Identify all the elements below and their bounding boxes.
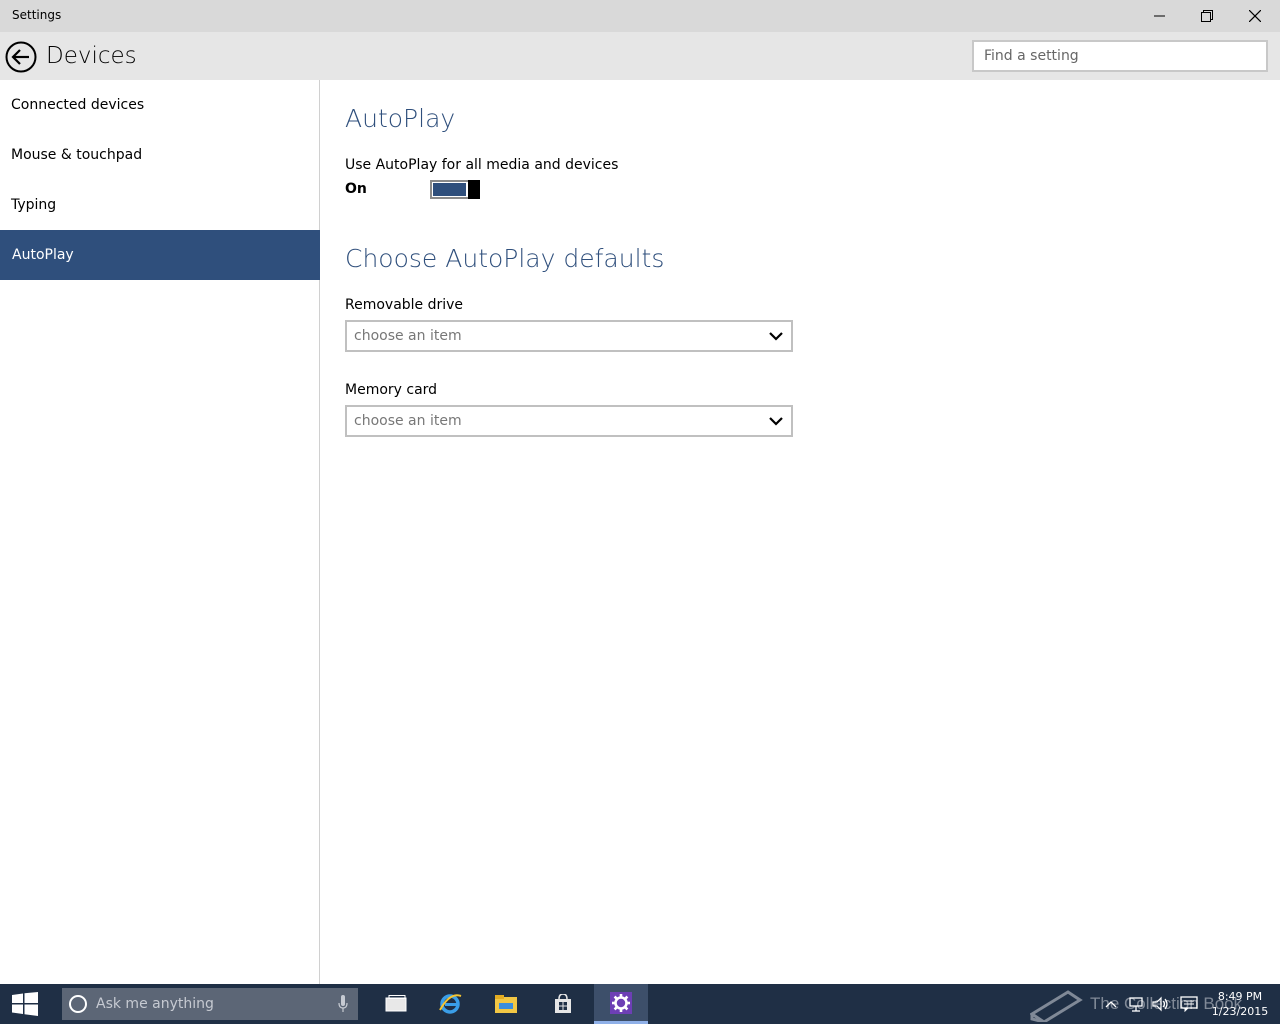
sidebar-item-label: Connected devices: [11, 97, 145, 113]
sidebar: Connected devices Mouse & touchpad Typin…: [0, 80, 320, 984]
clock-time: 8:49 PM: [1217, 990, 1263, 1003]
settings-app-button[interactable]: [594, 984, 648, 1024]
toggle-thumb[interactable]: [468, 180, 480, 199]
system-tray: [1104, 984, 1198, 1024]
chevron-down-icon: [769, 417, 783, 426]
store-bag-icon: [555, 994, 571, 1013]
sidebar-item-label: AutoPlay: [12, 247, 74, 263]
memory-card-value: choose an item: [354, 413, 462, 429]
maximize-button[interactable]: [1184, 0, 1230, 32]
minimize-icon: [1154, 15, 1165, 17]
header-bar: Devices: [0, 32, 1280, 80]
sidebar-item-typing[interactable]: Typing: [0, 180, 320, 230]
task-view-icon: [385, 995, 407, 1012]
clock-date: 1/23/2015: [1211, 1005, 1269, 1018]
internet-explorer-button[interactable]: [423, 984, 477, 1024]
minimize-button[interactable]: [1137, 0, 1183, 32]
chevron-down-icon: [769, 332, 783, 341]
back-arrow-icon: [5, 41, 37, 73]
volume-icon[interactable]: [1152, 996, 1170, 1012]
find-setting-search[interactable]: [972, 40, 1268, 72]
main-content: AutoPlay Use AutoPlay for all media and …: [321, 80, 1280, 984]
microphone-icon[interactable]: [338, 995, 348, 1013]
close-button[interactable]: [1232, 0, 1278, 32]
sidebar-item-autoplay[interactable]: AutoPlay: [0, 230, 320, 280]
sidebar-item-label: Typing: [11, 197, 57, 213]
memory-card-label: Memory card: [345, 382, 438, 398]
internet-explorer-icon: [439, 994, 462, 1014]
memory-card-dropdown[interactable]: choose an item: [345, 405, 793, 437]
toggle-fill: [433, 183, 466, 196]
window-title: Settings: [12, 8, 62, 22]
restore-icon: [1201, 10, 1213, 22]
task-view-button[interactable]: [369, 984, 423, 1024]
folder-icon: [495, 995, 517, 1013]
back-button[interactable]: [5, 41, 37, 73]
action-center-icon[interactable]: [1180, 996, 1198, 1012]
store-button[interactable]: [536, 984, 590, 1024]
settings-gear-icon: [610, 991, 632, 1014]
removable-drive-value: choose an item: [354, 328, 462, 344]
autoplay-toggle[interactable]: [430, 180, 480, 199]
taskbar-clock[interactable]: 8:49 PM 1/23/2015: [1205, 989, 1275, 1019]
windows-logo-icon: [12, 992, 38, 1016]
removable-drive-label: Removable drive: [345, 297, 464, 313]
title-bar: Settings: [0, 0, 1280, 32]
start-button[interactable]: [0, 984, 50, 1024]
taskbar: The Collection Book 8:49 PM 1/23/2015: [0, 984, 1280, 1024]
sidebar-item-label: Mouse & touchpad: [11, 147, 143, 163]
close-icon: [1249, 10, 1261, 22]
cortana-icon: [69, 995, 87, 1013]
sidebar-item-mouse-touchpad[interactable]: Mouse & touchpad: [0, 130, 320, 180]
search-input[interactable]: [974, 42, 1266, 70]
sidebar-item-connected-devices[interactable]: Connected devices: [0, 80, 320, 130]
taskbar-search-input[interactable]: [96, 988, 316, 1020]
defaults-section-title: Choose AutoPlay defaults: [345, 244, 665, 273]
autoplay-section-title: AutoPlay: [345, 104, 456, 133]
show-hidden-icons-icon[interactable]: [1104, 997, 1118, 1011]
toggle-state-text: On: [345, 181, 367, 197]
removable-drive-dropdown[interactable]: choose an item: [345, 320, 793, 352]
page-title: Devices: [46, 43, 137, 69]
network-icon[interactable]: [1128, 996, 1144, 1012]
cortana-search-box[interactable]: [62, 988, 358, 1020]
book-logo-icon: [1030, 990, 1083, 1022]
file-explorer-button[interactable]: [479, 984, 533, 1024]
autoplay-toggle-label: Use AutoPlay for all media and devices: [345, 157, 619, 173]
